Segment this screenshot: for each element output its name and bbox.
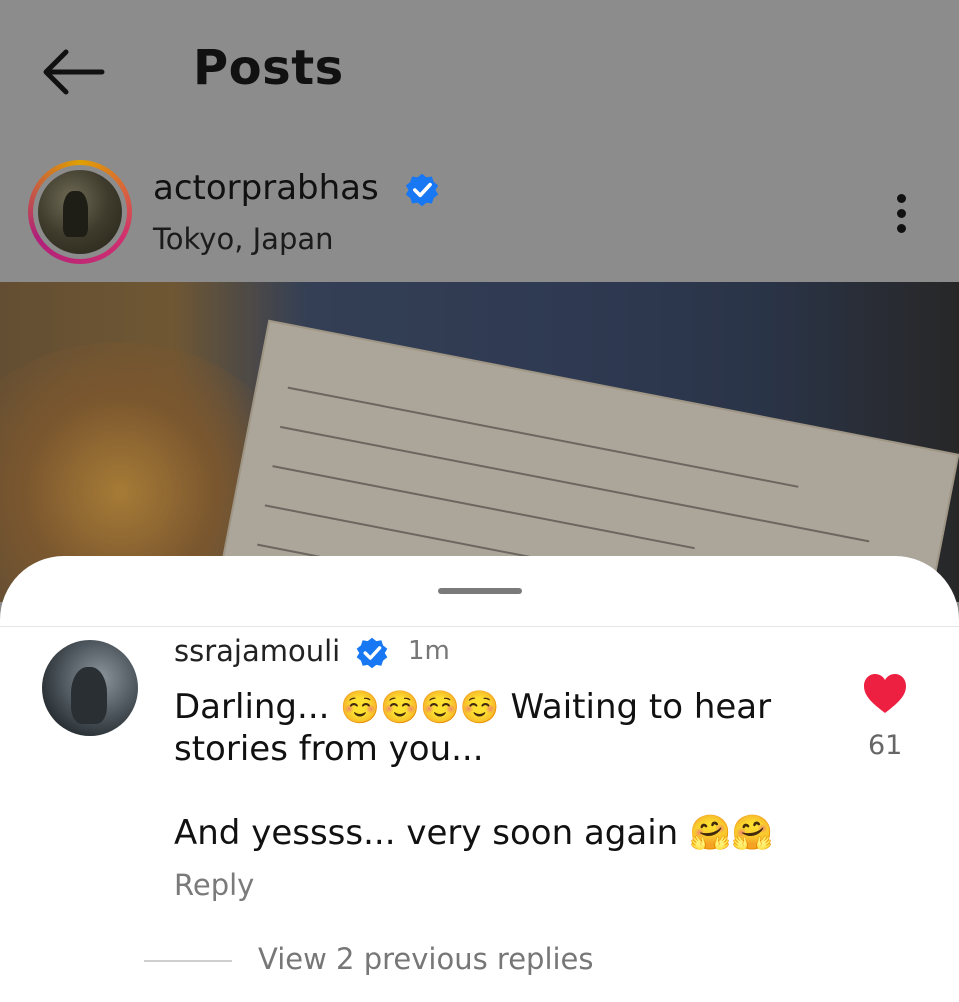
heart-icon (864, 674, 906, 713)
comment-timestamp: 1m (408, 636, 450, 666)
verified-badge-icon (405, 173, 439, 207)
commenter-username[interactable]: ssrajamouli (174, 634, 340, 668)
post-location[interactable]: Tokyo, Japan (153, 222, 334, 256)
smile-emoji: ☺️☺️☺️☺️ (340, 688, 500, 726)
comment-text-start: Darling... (174, 687, 330, 727)
verified-badge-icon (356, 637, 388, 669)
view-previous-replies-button[interactable]: View 2 previous replies (258, 942, 594, 976)
back-arrow-icon (43, 49, 105, 95)
commenter-avatar[interactable] (42, 640, 138, 736)
back-button[interactable] (40, 44, 106, 96)
replies-divider-line (144, 960, 232, 962)
page-title: Posts (193, 40, 344, 96)
top-bar (0, 0, 959, 140)
more-options-button[interactable] (888, 190, 914, 238)
comment-text-second: And yessss... very soon again 🤗🤗 (174, 812, 774, 854)
post-header (0, 140, 959, 282)
post-image[interactable] (0, 282, 959, 602)
divider (0, 626, 959, 627)
like-count: 61 (868, 730, 903, 761)
hug-emoji: 🤗🤗 (689, 813, 774, 853)
reply-button[interactable]: Reply (174, 868, 254, 902)
post-author-avatar[interactable] (28, 160, 132, 264)
more-dots-icon (896, 194, 906, 203)
like-button[interactable] (862, 672, 908, 716)
sheet-drag-handle[interactable] (438, 588, 522, 594)
comment-text-second-line: And yessss... very soon again (174, 813, 679, 853)
post-author-username[interactable]: actorprabhas (153, 168, 379, 208)
comments-sheet (0, 556, 959, 1002)
comment-text: Darling... ☺️☺️☺️☺️ Waiting to hear stor… (174, 686, 814, 770)
